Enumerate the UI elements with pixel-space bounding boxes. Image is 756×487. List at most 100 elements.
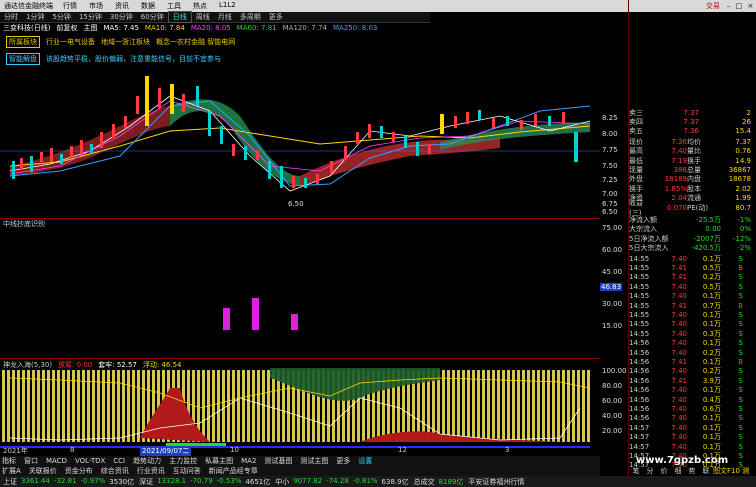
- tick-time: 14:55: [629, 329, 650, 338]
- sub2-axis-1: 100.00: [602, 367, 627, 375]
- tick-side: S: [738, 395, 743, 404]
- itab-12[interactable]: 设置: [356, 456, 374, 466]
- itab-6[interactable]: 主力监控: [167, 456, 199, 466]
- sector-item-concept[interactable]: 概念一农村金融 智能电网: [156, 37, 235, 47]
- panel-foot-tab[interactable]: 联: [699, 466, 713, 476]
- tick-price: 7.40: [671, 433, 687, 442]
- panel-foot-tab[interactable]: 笔: [629, 466, 643, 476]
- etab-6[interactable]: 新闻产品经专章: [207, 466, 260, 476]
- sub2-chart[interactable]: [0, 368, 600, 448]
- broker-label: 平安证券福州行情: [468, 477, 525, 486]
- sub2-bar: [552, 370, 555, 442]
- tick-side: S: [738, 376, 743, 385]
- sub2-bar: [97, 370, 100, 442]
- stat-row: 最高 7.40 量比 0.76: [629, 147, 756, 156]
- panel-foot-tab[interactable]: 势: [685, 466, 699, 476]
- tab-more[interactable]: 更多: [265, 12, 287, 22]
- index-quote[interactable]: 总成交 8189亿: [414, 477, 464, 487]
- fq-label[interactable]: 前复权: [56, 23, 77, 33]
- etab-0[interactable]: 扩展A: [0, 466, 23, 476]
- ask-price: 7.36: [683, 127, 699, 136]
- sub2-bar: [582, 370, 585, 442]
- ma10-label: MA10: 7.84: [144, 24, 185, 32]
- flow-val: -25.5万: [695, 215, 721, 224]
- tab-1min[interactable]: 1分钟: [22, 12, 48, 22]
- etab-2[interactable]: 资金分布: [63, 466, 95, 476]
- tick-price: 7.40: [671, 442, 687, 451]
- itab-2[interactable]: MACD: [44, 457, 69, 465]
- itab-10[interactable]: 测试主图: [298, 456, 330, 466]
- theme-label[interactable]: 主图: [83, 23, 97, 33]
- itab-3[interactable]: VOL-TDX: [73, 457, 107, 465]
- tab-30min[interactable]: 30分钟: [106, 12, 137, 22]
- tab-fenshi[interactable]: 分时: [0, 12, 22, 22]
- indicator-tabs: 指标 窗口 MACD VOL-TDX CCI 趋势动力 主力监控 私募主图 MA…: [0, 456, 600, 466]
- index-quote[interactable]: 深证 13328.1 -70.79 -0.53% 4651亿: [139, 477, 270, 487]
- etab-5[interactable]: 互动问答: [171, 466, 203, 476]
- menu-item-gongju[interactable]: 工具: [167, 1, 181, 11]
- sub2-bar: [497, 370, 500, 442]
- itab-7[interactable]: 私募主图: [203, 456, 235, 466]
- sub2-bar: [487, 370, 490, 442]
- tick-row: 14:55 7.40 0.5万 S: [629, 282, 756, 291]
- index-field: 中小: [275, 477, 290, 486]
- etab-1[interactable]: 关联报价: [27, 466, 59, 476]
- tab-monthly[interactable]: 月线: [214, 12, 236, 22]
- etab-3[interactable]: 综合资讯: [99, 466, 131, 476]
- tab-15min[interactable]: 15分钟: [75, 12, 106, 22]
- stat-row: 换手 1.85% 股本 2.02: [629, 184, 756, 193]
- itab-11[interactable]: 更多: [334, 456, 352, 466]
- sub2-bar: [482, 370, 485, 442]
- sub2-axis-4: 40.00: [602, 412, 623, 420]
- index-field: 总成交: [413, 477, 435, 486]
- tab-weekly[interactable]: 周线: [192, 12, 214, 22]
- menu-item-shuju[interactable]: 数据: [141, 1, 155, 11]
- tab-daily[interactable]: 日线: [167, 11, 192, 23]
- menu-item-zixun[interactable]: 资讯: [115, 1, 129, 11]
- tick-side: S: [738, 292, 743, 301]
- top-menu: 行情 市场 资讯 数据 工具 热点 L1L2: [57, 1, 242, 11]
- sector-item-industry[interactable]: 行业一电气设备: [46, 37, 95, 47]
- itab-0[interactable]: 指标: [0, 456, 18, 466]
- tick-row: 14:56 7.41 0.1万 B: [629, 357, 756, 366]
- tick-time: 14:55: [629, 282, 650, 291]
- etab-4[interactable]: 行业资讯: [135, 466, 167, 476]
- ma20-label: MA20: 8.05: [190, 24, 231, 32]
- sub2-bar: [247, 370, 250, 442]
- tab-60min[interactable]: 60分钟: [137, 12, 168, 22]
- flow-pct: -2%: [737, 244, 751, 253]
- sector-item-region[interactable]: 地域一浙江板块: [101, 37, 150, 47]
- sub2-bar: [587, 370, 590, 442]
- tab-5min[interactable]: 5分钟: [48, 12, 74, 22]
- tick-side: S: [738, 282, 743, 291]
- tick-time: 14:55: [629, 263, 650, 272]
- ask-volume: 2: [746, 108, 751, 117]
- f10-link[interactable]: 图文F10 测: [713, 466, 749, 476]
- tab-multi[interactable]: 多周期: [236, 12, 265, 22]
- tick-row: 14:56 7.40 0.1万 S: [629, 414, 756, 423]
- itab-4[interactable]: CCI: [111, 457, 127, 465]
- index-quote[interactable]: 上证 3361.44 -32.81 -0.97% 3530亿: [3, 477, 134, 487]
- sub2-bar: [502, 370, 505, 442]
- sub2-bar: [57, 370, 60, 442]
- menu-item-redian[interactable]: 热点: [193, 1, 207, 11]
- panel-foot-tab[interactable]: 分: [643, 466, 657, 476]
- ma60-label: MA60: 7.81: [236, 24, 277, 32]
- main-kline-chart[interactable]: 6.50: [0, 66, 600, 218]
- panel-foot-tab[interactable]: 细: [671, 466, 685, 476]
- itab-5[interactable]: 趋势动力: [131, 456, 163, 466]
- itab-8[interactable]: MA2: [239, 457, 258, 465]
- ma5-label: MA5: 7.45: [103, 24, 139, 32]
- menu-item-l1l2[interactable]: L1L2: [219, 1, 236, 11]
- sub2-bar: [437, 370, 440, 442]
- index-quote[interactable]: 中小 9077.82 -74.28 -0.81% 638.9亿: [275, 477, 408, 487]
- sub2-bar: [7, 370, 10, 442]
- sub1-chart[interactable]: [0, 226, 600, 358]
- itab-1[interactable]: 窗口: [22, 456, 40, 466]
- panel-foot-tab[interactable]: 价: [657, 466, 671, 476]
- itab-9[interactable]: 测试基图: [262, 456, 294, 466]
- index-field: -0.97%: [80, 476, 106, 485]
- tick-time: 14:56: [629, 404, 650, 413]
- menu-item-hangqing[interactable]: 行情: [63, 1, 77, 11]
- menu-item-shichang[interactable]: 市场: [89, 1, 103, 11]
